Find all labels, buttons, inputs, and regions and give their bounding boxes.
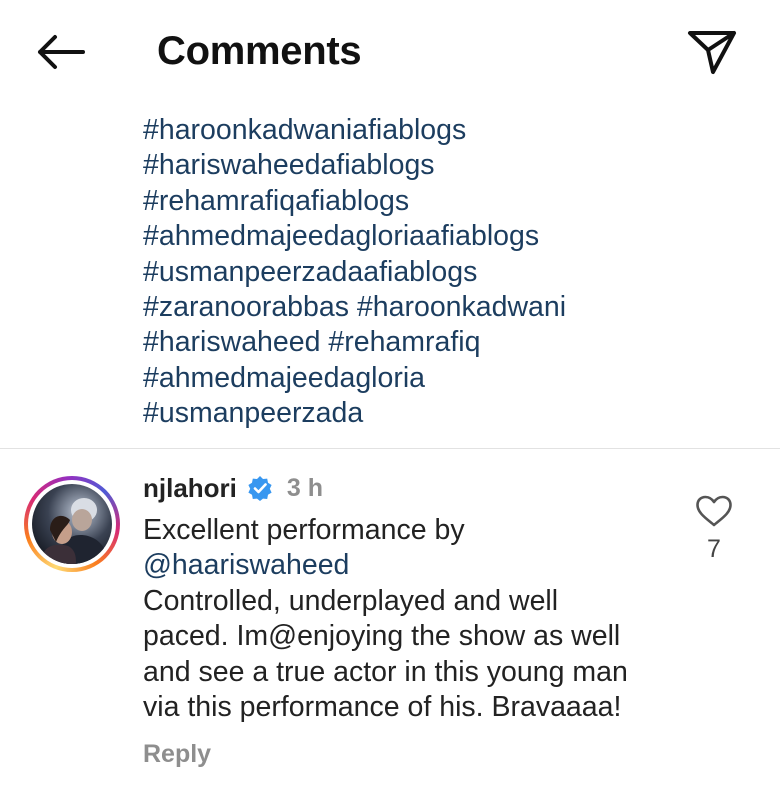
- comment-timestamp: 3 h: [286, 473, 324, 502]
- paper-plane-icon: [688, 31, 736, 74]
- comment-text-line: paced. Im@enjoying the show as well: [143, 620, 621, 653]
- comment-text-line: via this performance of his. Bravaaaa!: [143, 691, 622, 724]
- hashtag-line: #hariswaheed #rehamrafiq: [143, 325, 743, 360]
- hashtag-link[interactable]: #hariswaheed: [143, 326, 320, 358]
- hashtag-link[interactable]: #usmanpeerzadaafiablogs: [143, 256, 477, 288]
- hashtag-link[interactable]: #haroonkadwani: [357, 291, 566, 323]
- reply-button[interactable]: Reply: [143, 740, 211, 769]
- arrow-left-icon: [38, 35, 85, 69]
- like-count: 7: [707, 535, 721, 563]
- verified-badge-icon: [247, 475, 273, 501]
- comments-header: Comments: [0, 0, 780, 100]
- page-title: Comments: [157, 29, 362, 73]
- like-button[interactable]: [694, 494, 734, 528]
- hashtag-link[interactable]: #haroonkadwaniafiablogs: [143, 114, 466, 146]
- hashtag-link[interactable]: #usmanpeerzada: [143, 397, 363, 429]
- hashtag-line: #haroonkadwaniafiablogs: [143, 113, 743, 148]
- share-button[interactable]: [682, 24, 742, 80]
- hashtag-line: #usmanpeerzadaafiablogs: [143, 255, 743, 290]
- avatar[interactable]: [24, 476, 120, 572]
- hashtag-link[interactable]: #hariswaheedafiablogs: [143, 149, 435, 181]
- hashtag-link[interactable]: #ahmedmajeedagloriaafiablogs: [143, 220, 539, 252]
- avatar-border: [28, 480, 116, 568]
- comment-mention-link[interactable]: @haariswaheed: [143, 549, 349, 581]
- hashtag-link[interactable]: #ahmedmajeedagloria: [143, 362, 425, 394]
- avatar-photo-art: [40, 498, 108, 564]
- hashtag-link[interactable]: #rehamrafiqafiablogs: [143, 185, 409, 217]
- avatar-image: [32, 484, 112, 564]
- caption-hashtags: #haroonkadwaniafiablogs #hariswaheedafiab…: [143, 113, 743, 432]
- hashtag-link[interactable]: #zaranoorabbas: [143, 291, 349, 323]
- hashtag-line: #ahmedmajeedagloriaafiablogs: [143, 219, 743, 254]
- hashtag-line: #rehamrafiqafiablogs: [143, 184, 743, 219]
- back-button[interactable]: [30, 26, 90, 78]
- comment-username[interactable]: njlahori: [143, 473, 237, 504]
- hashtag-line: #zaranoorabbas #haroonkadwani: [143, 290, 743, 325]
- comment-text-line: and see a true actor in this young man: [143, 655, 628, 688]
- heart-icon: [696, 495, 732, 527]
- hashtag-line: #ahmedmajeedagloria: [143, 361, 743, 396]
- hashtag-line: #usmanpeerzada: [143, 396, 743, 431]
- comment-text: Excellent performance by @haariswaheed C…: [143, 513, 683, 725]
- divider: [0, 448, 780, 449]
- comment-text-line: Excellent performance by: [143, 514, 465, 546]
- hashtag-line: #hariswaheedafiablogs: [143, 148, 743, 183]
- comment-header: njlahori 3 h: [143, 470, 323, 506]
- comment-text-line: Controlled, underplayed and well: [143, 584, 559, 617]
- hashtag-link[interactable]: #rehamrafiq: [328, 326, 480, 358]
